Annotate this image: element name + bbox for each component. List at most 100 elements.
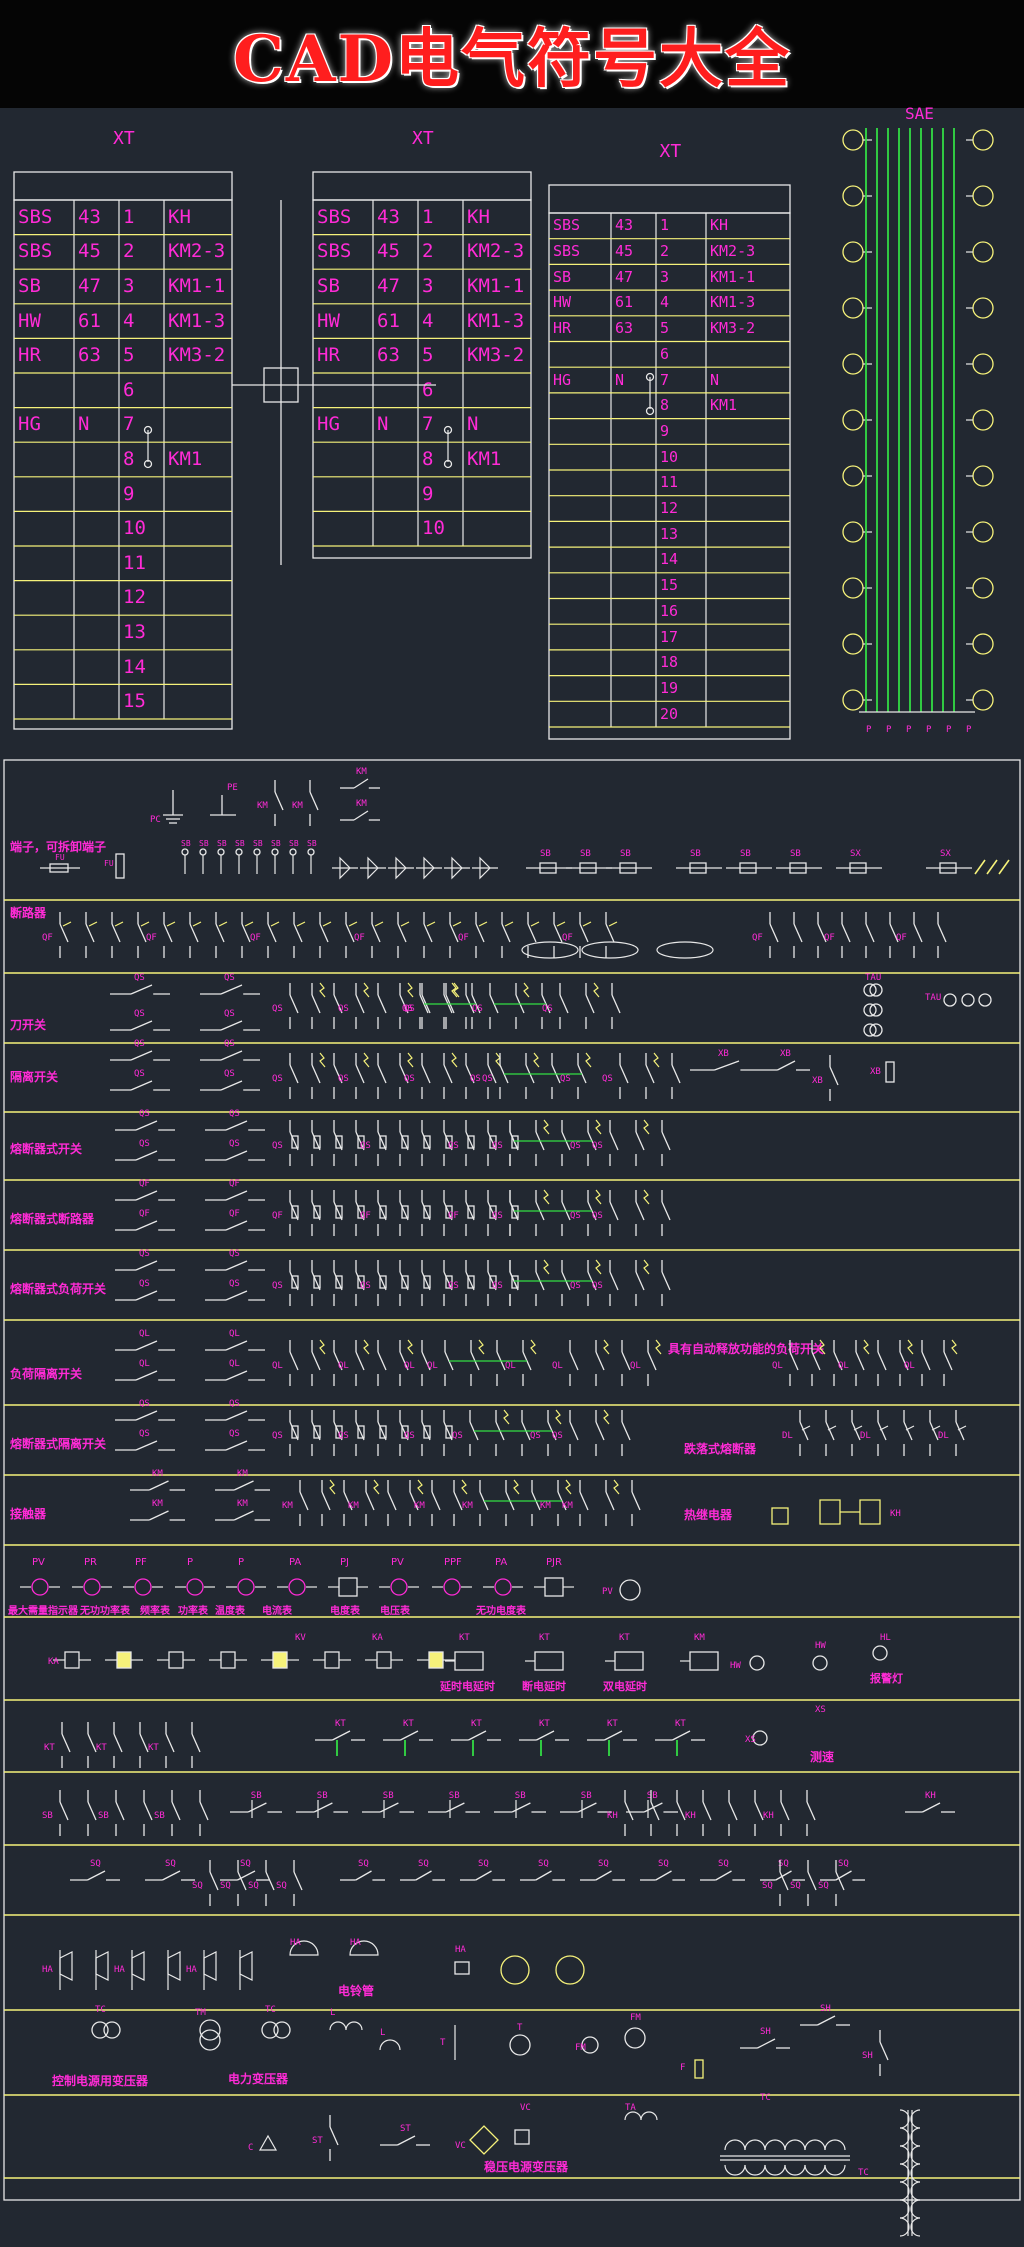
switch-blade: [595, 1351, 605, 1371]
switch-blade: [191, 1733, 201, 1753]
hswitch-tag: QL: [229, 1359, 240, 1369]
switch-blade: [311, 1064, 321, 1084]
meter-circle: [237, 1578, 255, 1596]
ha-tag: HA: [350, 1938, 361, 1948]
switch-tag: QS: [472, 1004, 483, 1014]
switch-blade: [397, 923, 407, 943]
hswitch-tag: SB: [449, 1791, 460, 1801]
switch-blade: [311, 994, 321, 1014]
arc-mark: [585, 1052, 592, 1068]
arc-mark: [407, 1052, 414, 1068]
arc-mark: [407, 1339, 414, 1355]
switch-tag: QS: [570, 1281, 581, 1291]
hswitch-blade: [577, 1802, 597, 1813]
switch-blade: [929, 1421, 939, 1441]
switch-tag: SQ: [818, 1881, 829, 1891]
terminal-hatch: [986, 859, 998, 875]
tc-coil: [744, 2164, 766, 2176]
arc-mark: [951, 1339, 958, 1355]
terminal-right: [972, 521, 994, 543]
switch-tag: QS: [570, 1141, 581, 1151]
hswitch-tag: KM: [152, 1499, 163, 1509]
hswitch-tag: QS: [224, 1039, 235, 1049]
switch-tag: QF: [458, 933, 469, 943]
switch-tag: DL: [938, 1431, 949, 1441]
switch-blade: [635, 1201, 645, 1221]
arc-mark: [407, 982, 414, 998]
hswitch-blade: [225, 1190, 248, 1201]
switch-blade: [329, 2126, 339, 2146]
switch-tag: QS: [404, 1074, 415, 1084]
switch-blade: [443, 1421, 453, 1441]
switch-tag: KM: [414, 1501, 425, 1511]
t-tag: T: [440, 2038, 446, 2048]
switch-blade: [387, 1491, 397, 1511]
tc-coil: [744, 2139, 766, 2151]
switch-blade: [143, 1801, 153, 1821]
switch-blade: [399, 1271, 409, 1291]
hswitch-tag: KT: [403, 1719, 414, 1729]
ka-tag: KA: [48, 1657, 59, 1667]
switch-tag: QS: [272, 1141, 283, 1151]
sb-tag: SB: [199, 839, 209, 848]
bus-tag: P: [866, 725, 872, 735]
terminal-left: [842, 689, 864, 711]
hswitch-tag: SQ: [165, 1859, 176, 1869]
connector-tag: SB: [580, 849, 591, 859]
hswitch-blade: [777, 1060, 796, 1071]
terminal-left: [842, 577, 864, 599]
fm-tag: FM: [575, 2043, 586, 2053]
table-frame: [548, 212, 791, 740]
switch-tag: QS: [592, 1211, 603, 1221]
switch-blade: [645, 1064, 655, 1084]
table-header-frame: [548, 184, 791, 214]
pv-tag: PV: [602, 1587, 613, 1597]
hswitch-blade: [397, 2135, 416, 2146]
timer-tag: KM: [694, 1633, 705, 1643]
trip-mark: [348, 921, 358, 927]
switch-blade: [903, 1421, 913, 1441]
switch-blade: [377, 1351, 387, 1371]
hswitch-blade: [135, 1220, 158, 1231]
trip-mark: [218, 921, 228, 927]
terminal-right: [972, 353, 994, 375]
hswitch-tag: ST: [400, 2124, 411, 2134]
switch-blade: [619, 1064, 629, 1084]
arc-mark: [643, 1259, 650, 1275]
hswitch-blade: [353, 810, 369, 821]
fu-tag: FU: [104, 859, 114, 868]
arc-mark: [461, 1479, 468, 1495]
hswitch-tag: SB: [251, 1791, 262, 1801]
hswitch-tag: SB: [383, 1791, 394, 1801]
hswitch-blade: [922, 1802, 941, 1813]
hswitch-blade: [135, 1440, 158, 1451]
horn-shape: [203, 1951, 217, 1981]
switch-blade: [289, 1351, 299, 1371]
switch-tag: QF: [896, 933, 907, 943]
tc-coil: [824, 2164, 846, 2176]
arc-mark: [451, 1052, 458, 1068]
hswitch-tag: QS: [139, 1139, 150, 1149]
sb-tag: SB: [217, 839, 227, 848]
switch-tag: KM: [540, 1501, 551, 1511]
switch-tag: QF: [272, 1211, 283, 1221]
switch-tag: QF: [824, 933, 835, 943]
tau-coil: [978, 993, 992, 1007]
hswitch-blade: [511, 1802, 531, 1813]
switch-blade: [825, 1421, 835, 1441]
pv-meter: [619, 1579, 641, 1601]
trip-mark: [530, 921, 540, 927]
switch-blade: [311, 1351, 321, 1371]
switch-blade: [333, 1201, 343, 1221]
terminal-hatch: [974, 859, 986, 875]
switch-tag: QS: [338, 1004, 349, 1014]
c-tag: C: [248, 2143, 253, 2153]
switch-tag: KH: [607, 1811, 618, 1821]
switch-blade: [877, 1421, 887, 1441]
hswitch-tag: QS: [224, 973, 235, 983]
switch-tag: DL: [860, 1431, 871, 1441]
switch-tag: KT: [44, 1743, 55, 1753]
hswitch-blade: [135, 1120, 158, 1131]
sb-tag: SB: [307, 839, 317, 848]
switch-blade: [465, 1271, 475, 1291]
